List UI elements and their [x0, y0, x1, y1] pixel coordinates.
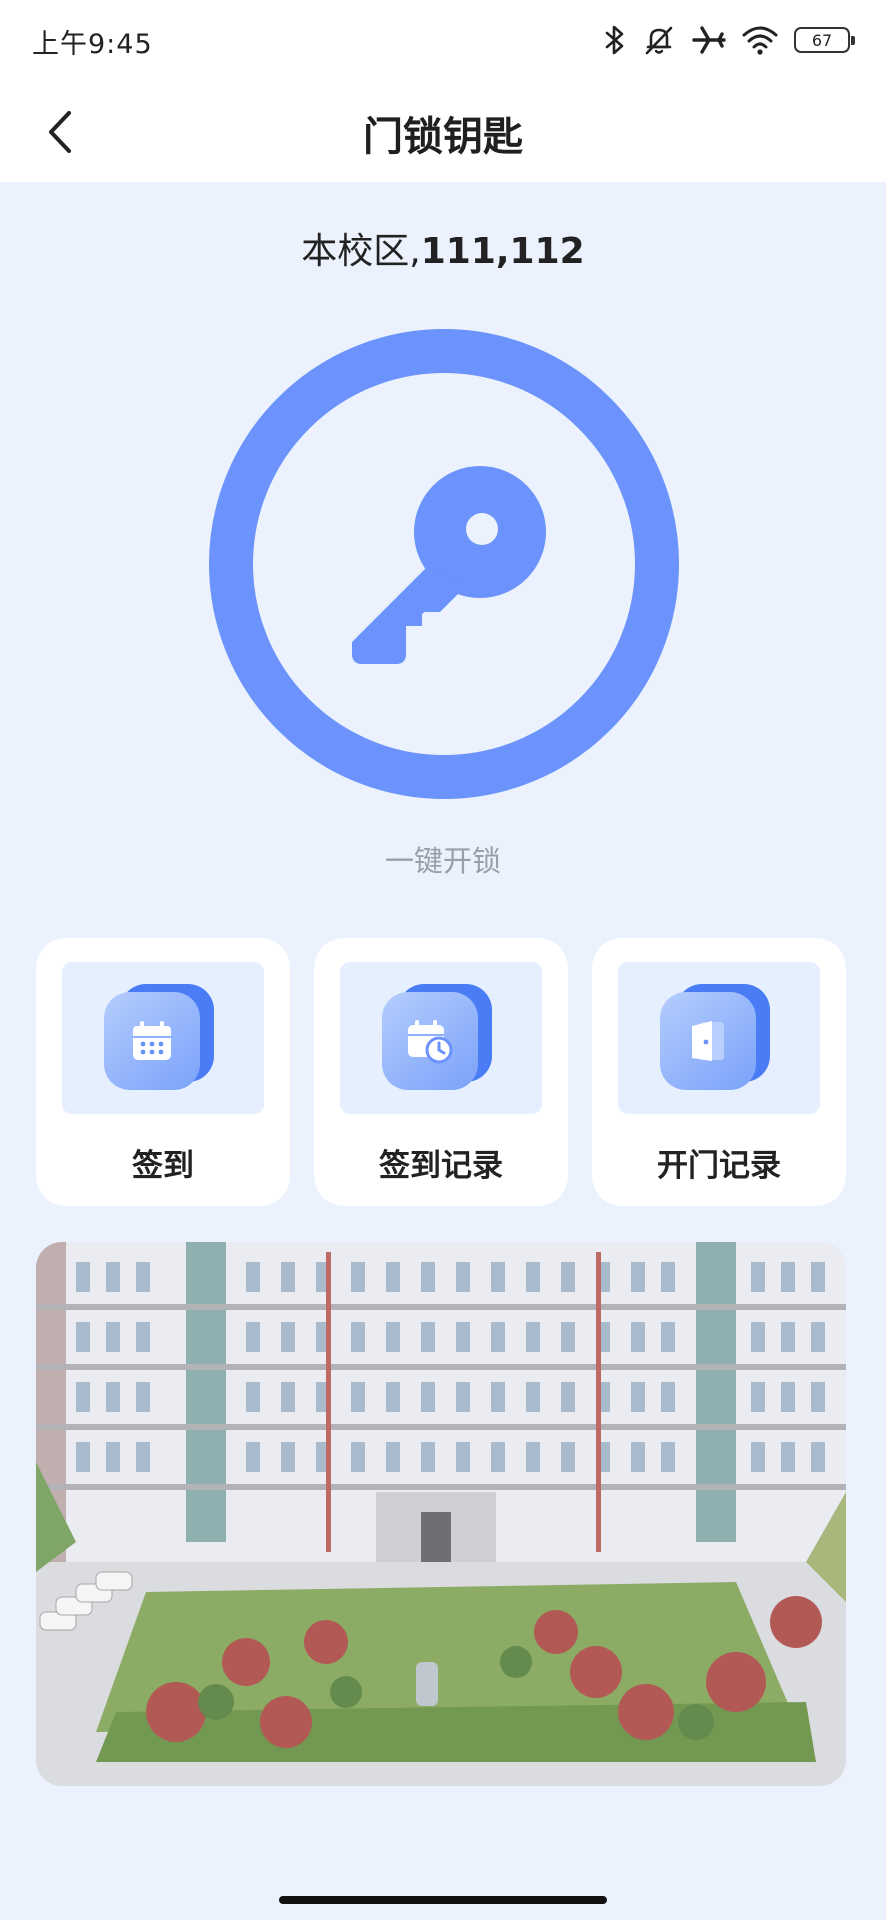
checkin-records-tile: [340, 962, 542, 1114]
door-records-card[interactable]: 开门记录: [592, 938, 846, 1206]
wifi-icon: [742, 26, 778, 55]
bluetooth-icon: [605, 25, 624, 55]
checkin-records-label: 签到记录: [379, 1148, 503, 1184]
checkin-tile: [62, 962, 264, 1114]
battery-icon: 67: [794, 27, 855, 53]
campus-rooms: 111,112: [420, 231, 585, 272]
status-icons: 67: [604, 20, 855, 60]
checkin-records-card[interactable]: 签到记录: [314, 938, 568, 1206]
battery-level: 67: [811, 30, 833, 50]
header: 门锁钥匙: [0, 80, 886, 182]
unlock-label: 一键开锁: [384, 844, 501, 878]
campus-info: 本校区,111,112: [0, 222, 886, 274]
home-indicator[interactable]: [279, 1896, 607, 1904]
status-bar: 上午9:45 67: [0, 0, 886, 80]
campus-photo: [36, 1242, 846, 1786]
door-records-tile: [618, 962, 820, 1114]
calendar-clock-icon: [382, 984, 494, 1092]
page-title: 门锁钥匙: [363, 114, 523, 160]
status-time: 上午9:45: [32, 29, 153, 60]
campus-name: 本校区,: [301, 231, 421, 272]
airplane-icon: [692, 26, 726, 54]
mute-icon: [645, 26, 673, 55]
key-icon: [352, 466, 546, 664]
checkin-card[interactable]: 签到: [36, 938, 290, 1206]
calendar-icon: [104, 984, 216, 1092]
door-records-label: 开门记录: [657, 1148, 781, 1184]
door-icon: [660, 984, 772, 1092]
checkin-label: 签到: [132, 1148, 194, 1184]
